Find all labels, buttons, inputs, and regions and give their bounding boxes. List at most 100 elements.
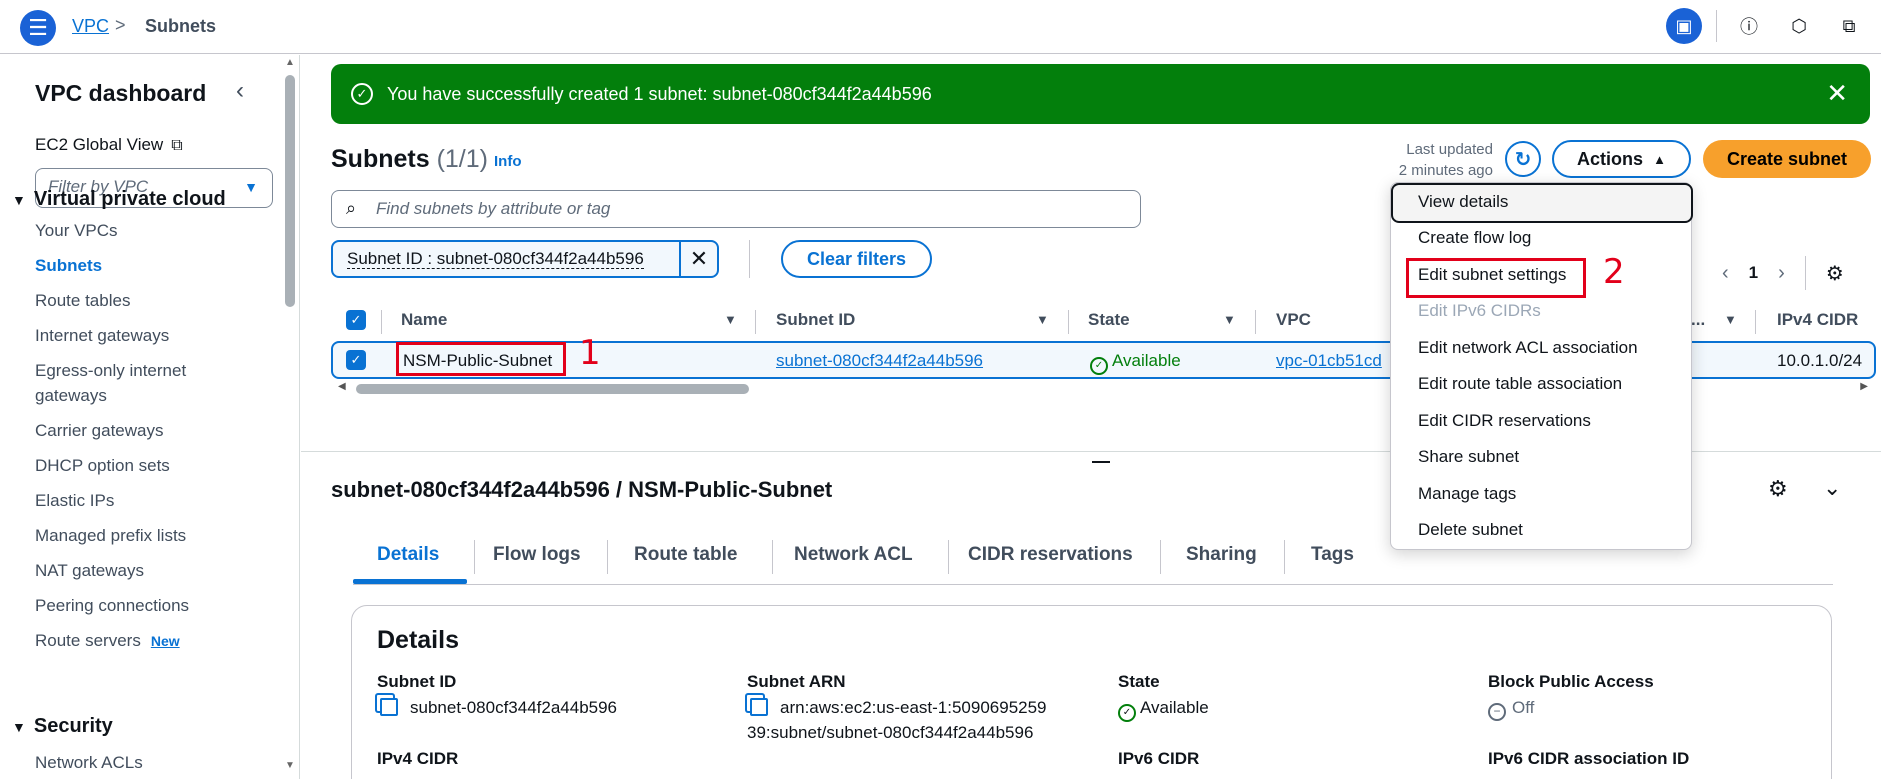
- annotation-number-2: 2: [1603, 252, 1625, 292]
- sort-icon[interactable]: ▼: [1223, 312, 1236, 327]
- create-subnet-button[interactable]: Create subnet: [1703, 140, 1871, 178]
- actions-button[interactable]: Actions ▲: [1552, 140, 1691, 178]
- resize-handle-icon[interactable]: [1092, 461, 1110, 463]
- sort-icon[interactable]: ▼: [1724, 312, 1737, 327]
- sidebar-item-nat-gateways[interactable]: NAT gateways: [35, 558, 144, 583]
- breadcrumb-vpc[interactable]: VPC: [72, 16, 109, 37]
- tab-sharing[interactable]: Sharing: [1186, 544, 1257, 566]
- page-number[interactable]: 1: [1749, 263, 1758, 283]
- prev-page-icon[interactable]: ‹: [1722, 262, 1729, 285]
- copy-icon[interactable]: [380, 698, 398, 716]
- chevron-down-icon[interactable]: ⌄: [1823, 475, 1841, 501]
- column-header-state[interactable]: State: [1088, 310, 1130, 330]
- divider: [749, 240, 750, 278]
- copy-icon[interactable]: [750, 698, 768, 716]
- feedback-icon[interactable]: ⧉: [1831, 8, 1867, 44]
- close-icon[interactable]: ✕: [1826, 78, 1848, 109]
- column-header-name[interactable]: Name: [401, 310, 447, 330]
- menu-item-edit-subnet-settings[interactable]: Edit subnet settings: [1418, 265, 1566, 285]
- sidebar-item-label: EC2 Global View: [35, 135, 164, 154]
- sidebar-item-elastic-ips[interactable]: Elastic IPs: [35, 488, 114, 513]
- row-subnet-id-link[interactable]: subnet-080cf344f2a44b596: [776, 351, 983, 371]
- sidebar-item-dhcp[interactable]: DHCP option sets: [35, 453, 170, 478]
- filter-token-text[interactable]: Subnet ID : subnet-080cf344f2a44b596: [333, 242, 679, 276]
- row-vpc-link[interactable]: vpc-01cb51cd: [1276, 351, 1382, 371]
- search-input[interactable]: ⌕ Find subnets by attribute or tag: [331, 190, 1141, 228]
- menu-item-edit-cidr-reservations[interactable]: Edit CIDR reservations: [1418, 411, 1591, 431]
- menu-item-edit-network-acl[interactable]: Edit network ACL association: [1418, 338, 1638, 358]
- sidebar-scrollbar[interactable]: ▲ ▼: [283, 55, 297, 779]
- flash-message: You have successfully created 1 subnet: …: [387, 83, 932, 104]
- sidebar-section-label: Security: [33, 715, 113, 737]
- annotation-number-1: 1: [579, 333, 601, 373]
- divider: [1160, 540, 1161, 574]
- field-label-ipv4-cidr: IPv4 CIDR: [377, 749, 459, 768]
- sidebar-item-subnets[interactable]: Subnets: [35, 253, 102, 278]
- menu-item-delete-subnet[interactable]: Delete subnet: [1418, 520, 1523, 540]
- page-title: Subnets (1/1): [331, 145, 488, 174]
- settings-hex-icon[interactable]: ⬡: [1781, 8, 1817, 44]
- divider: [1255, 310, 1256, 334]
- info-link[interactable]: Info: [494, 153, 522, 170]
- gear-icon[interactable]: ⚙: [1768, 476, 1788, 502]
- sort-icon[interactable]: ▼: [724, 312, 737, 327]
- sidebar-item-prefix-lists[interactable]: Managed prefix lists: [35, 523, 186, 548]
- scroll-left-icon[interactable]: ◀: [338, 381, 346, 392]
- divider: [1716, 10, 1717, 42]
- menu-item-edit-route-table[interactable]: Edit route table association: [1418, 374, 1622, 394]
- menu-icon[interactable]: ☰: [20, 10, 56, 46]
- tab-route-table[interactable]: Route table: [634, 544, 737, 566]
- select-all-checkbox[interactable]: ✓: [346, 310, 366, 330]
- sidebar-item-network-acls[interactable]: Network ACLs: [35, 750, 143, 775]
- sidebar-section-vpc[interactable]: ▼ Virtual private cloud: [12, 188, 226, 211]
- sidebar-item-carrier-gateways[interactable]: Carrier gateways: [35, 418, 164, 443]
- collapse-sidebar-icon[interactable]: ‹: [236, 77, 244, 105]
- menu-item-manage-tags[interactable]: Manage tags: [1418, 484, 1516, 504]
- scroll-down-icon[interactable]: ▼: [285, 760, 295, 771]
- column-header-subnet-id[interactable]: Subnet ID: [776, 310, 855, 330]
- remove-filter-icon[interactable]: ✕: [679, 242, 717, 276]
- tab-cidr-reservations[interactable]: CIDR reservations: [968, 544, 1133, 566]
- tab-details[interactable]: Details: [377, 544, 439, 566]
- split-panel-icon[interactable]: ▣: [1666, 8, 1702, 44]
- caret-down-icon: ▼: [244, 179, 258, 195]
- available-icon: ✓: [1118, 703, 1136, 722]
- sidebar-item-egress-only-cont[interactable]: gateways: [35, 383, 107, 408]
- column-header-vpc[interactable]: VPC: [1276, 310, 1311, 330]
- row-checkbox[interactable]: ✓: [346, 350, 366, 370]
- tab-tags[interactable]: Tags: [1311, 544, 1354, 566]
- sidebar-item-ec2-global-view[interactable]: EC2 Global View ⧉: [35, 135, 183, 155]
- info-icon[interactable]: ⓘ: [1731, 8, 1767, 44]
- scroll-up-icon[interactable]: ▲: [285, 57, 295, 68]
- sidebar-item-your-vpcs[interactable]: Your VPCs: [35, 218, 118, 243]
- scroll-right-icon[interactable]: ▶: [1860, 381, 1868, 392]
- sidebar-section-security[interactable]: ▼ Security: [12, 715, 113, 738]
- subnet-arn-line1: arn:aws:ec2:us-east-1:5090695259: [780, 698, 1047, 717]
- refresh-icon[interactable]: ↻: [1505, 141, 1541, 177]
- next-page-icon[interactable]: ›: [1778, 262, 1785, 285]
- tab-network-acl[interactable]: Network ACL: [794, 544, 913, 566]
- sidebar-item-peering[interactable]: Peering connections: [35, 593, 189, 618]
- scrollbar-thumb[interactable]: [285, 75, 295, 307]
- details-card: Details Subnet ID subnet-080cf344f2a44b5…: [351, 605, 1832, 779]
- sidebar-item-route-tables[interactable]: Route tables: [35, 288, 130, 313]
- menu-item-view-details[interactable]: View details: [1418, 192, 1508, 212]
- caret-up-icon: ▲: [1653, 151, 1666, 167]
- sidebar-item-internet-gateways[interactable]: Internet gateways: [35, 323, 169, 348]
- sidebar-title[interactable]: VPC dashboard: [35, 80, 206, 107]
- scrollbar-thumb[interactable]: [356, 384, 749, 394]
- gear-icon[interactable]: ⚙: [1826, 261, 1844, 286]
- column-header-ipv4-cidr[interactable]: IPv4 CIDR: [1777, 310, 1858, 330]
- tab-flow-logs[interactable]: Flow logs: [493, 544, 581, 566]
- menu-item-create-flow-log[interactable]: Create flow log: [1418, 228, 1531, 248]
- column-header-truncated[interactable]: ...: [1691, 310, 1705, 330]
- sidebar-item-route-servers[interactable]: Route servers New: [35, 628, 180, 654]
- sidebar-item-egress-only[interactable]: Egress-only internet: [35, 358, 186, 383]
- sort-icon[interactable]: ▼: [1036, 312, 1049, 327]
- row-state-text: Available: [1112, 351, 1181, 370]
- divider: [1755, 310, 1756, 334]
- success-icon: ✓: [351, 83, 373, 105]
- filter-token[interactable]: Subnet ID : subnet-080cf344f2a44b596 ✕: [331, 240, 719, 278]
- menu-item-share-subnet[interactable]: Share subnet: [1418, 447, 1519, 467]
- clear-filters-button[interactable]: Clear filters: [781, 240, 932, 278]
